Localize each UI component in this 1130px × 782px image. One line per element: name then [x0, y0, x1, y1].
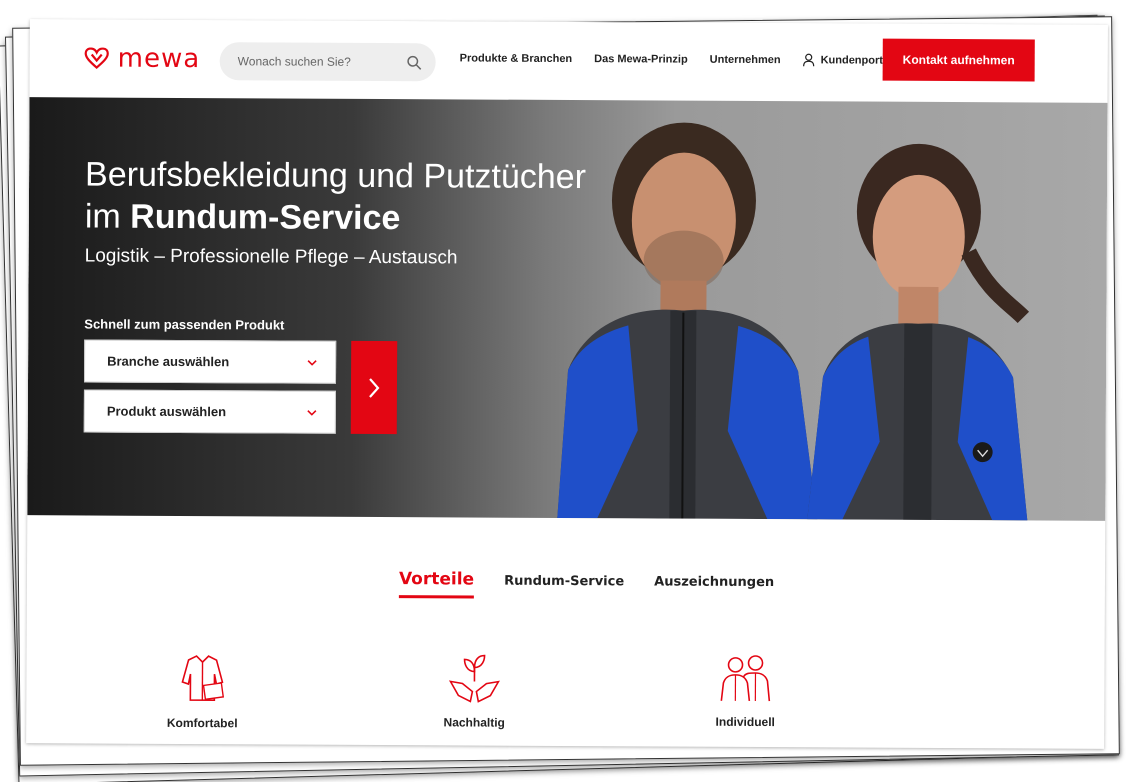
feature-individuell: Individuell — [681, 651, 809, 730]
produkt-select[interactable]: Produkt auswählen — [83, 389, 336, 434]
nav-mewa-prinzip[interactable]: Das Mewa-Prinzip — [594, 53, 688, 65]
brand-name: mewa — [117, 43, 201, 75]
feature-komfortabel: Komfortabel — [138, 652, 266, 731]
section-tabs: Vorteile Rundum-Service Auszeichnungen — [398, 569, 774, 600]
produkt-select-label: Produkt auswählen — [106, 403, 227, 420]
hero-title: Berufsbekleidung und Putztücher im Rundu… — [85, 153, 586, 240]
feature-label: Individuell — [715, 714, 775, 730]
hero-title-line2: im Rundum-Service — [85, 195, 586, 240]
hero-subtitle: Logistik – Professionelle Pflege – Austa… — [84, 245, 458, 269]
quick-product-label: Schnell zum passenden Produkt — [84, 316, 285, 333]
nav-produkte-branchen[interactable]: Produkte & Branchen — [460, 52, 573, 65]
search-bar[interactable] — [219, 42, 436, 82]
web-page: mewa Produkte & Branchen Das Mewa-Prinzi… — [26, 19, 1108, 749]
hero-banner: Berufsbekleidung und Putztücher im Rundu… — [27, 97, 1108, 521]
search-input[interactable] — [237, 54, 407, 70]
tab-rundum-service[interactable]: Rundum-Service — [504, 574, 624, 598]
branche-select[interactable]: Branche auswählen — [84, 339, 337, 384]
user-icon — [802, 53, 815, 67]
contact-button[interactable]: Kontakt aufnehmen — [882, 38, 1035, 82]
nav-kundenportal-label[interactable]: Kundenportal — [821, 54, 893, 66]
search-icon[interactable] — [407, 55, 422, 70]
hero-title-line1: Berufsbekleidung und Putztücher — [84, 155, 587, 197]
branche-select-label: Branche auswählen — [107, 353, 230, 370]
tab-vorteile[interactable]: Vorteile — [398, 569, 475, 599]
mewa-heart-icon — [84, 47, 109, 69]
mewa-logo[interactable]: mewa — [84, 43, 201, 75]
hero-title-prefix: im — [84, 197, 131, 236]
feature-label: Komfortabel — [166, 715, 238, 731]
chevron-down-icon — [307, 409, 317, 416]
main-nav: Produkte & Branchen Das Mewa-Prinzip Unt… — [460, 51, 892, 67]
feature-label: Nachhaltig — [443, 715, 505, 730]
chevron-down-icon — [307, 359, 317, 366]
nav-unternehmen[interactable]: Unternehmen — [710, 54, 781, 66]
people-icon — [720, 655, 771, 702]
jacket-icon — [181, 655, 225, 701]
nav-kundenportal[interactable]: Kundenportal — [802, 53, 893, 67]
tab-auszeichnungen[interactable]: Auszeichnungen — [654, 574, 774, 598]
submit-product-button[interactable] — [350, 340, 398, 435]
hands-plant-icon — [448, 654, 500, 703]
chevron-right-icon — [369, 377, 380, 398]
hero-title-highlight: Rundum-Service — [130, 197, 401, 238]
site-header: mewa Produkte & Branchen Das Mewa-Prinzi… — [29, 19, 1108, 103]
feature-nachhaltig: Nachhaltig — [410, 651, 538, 730]
